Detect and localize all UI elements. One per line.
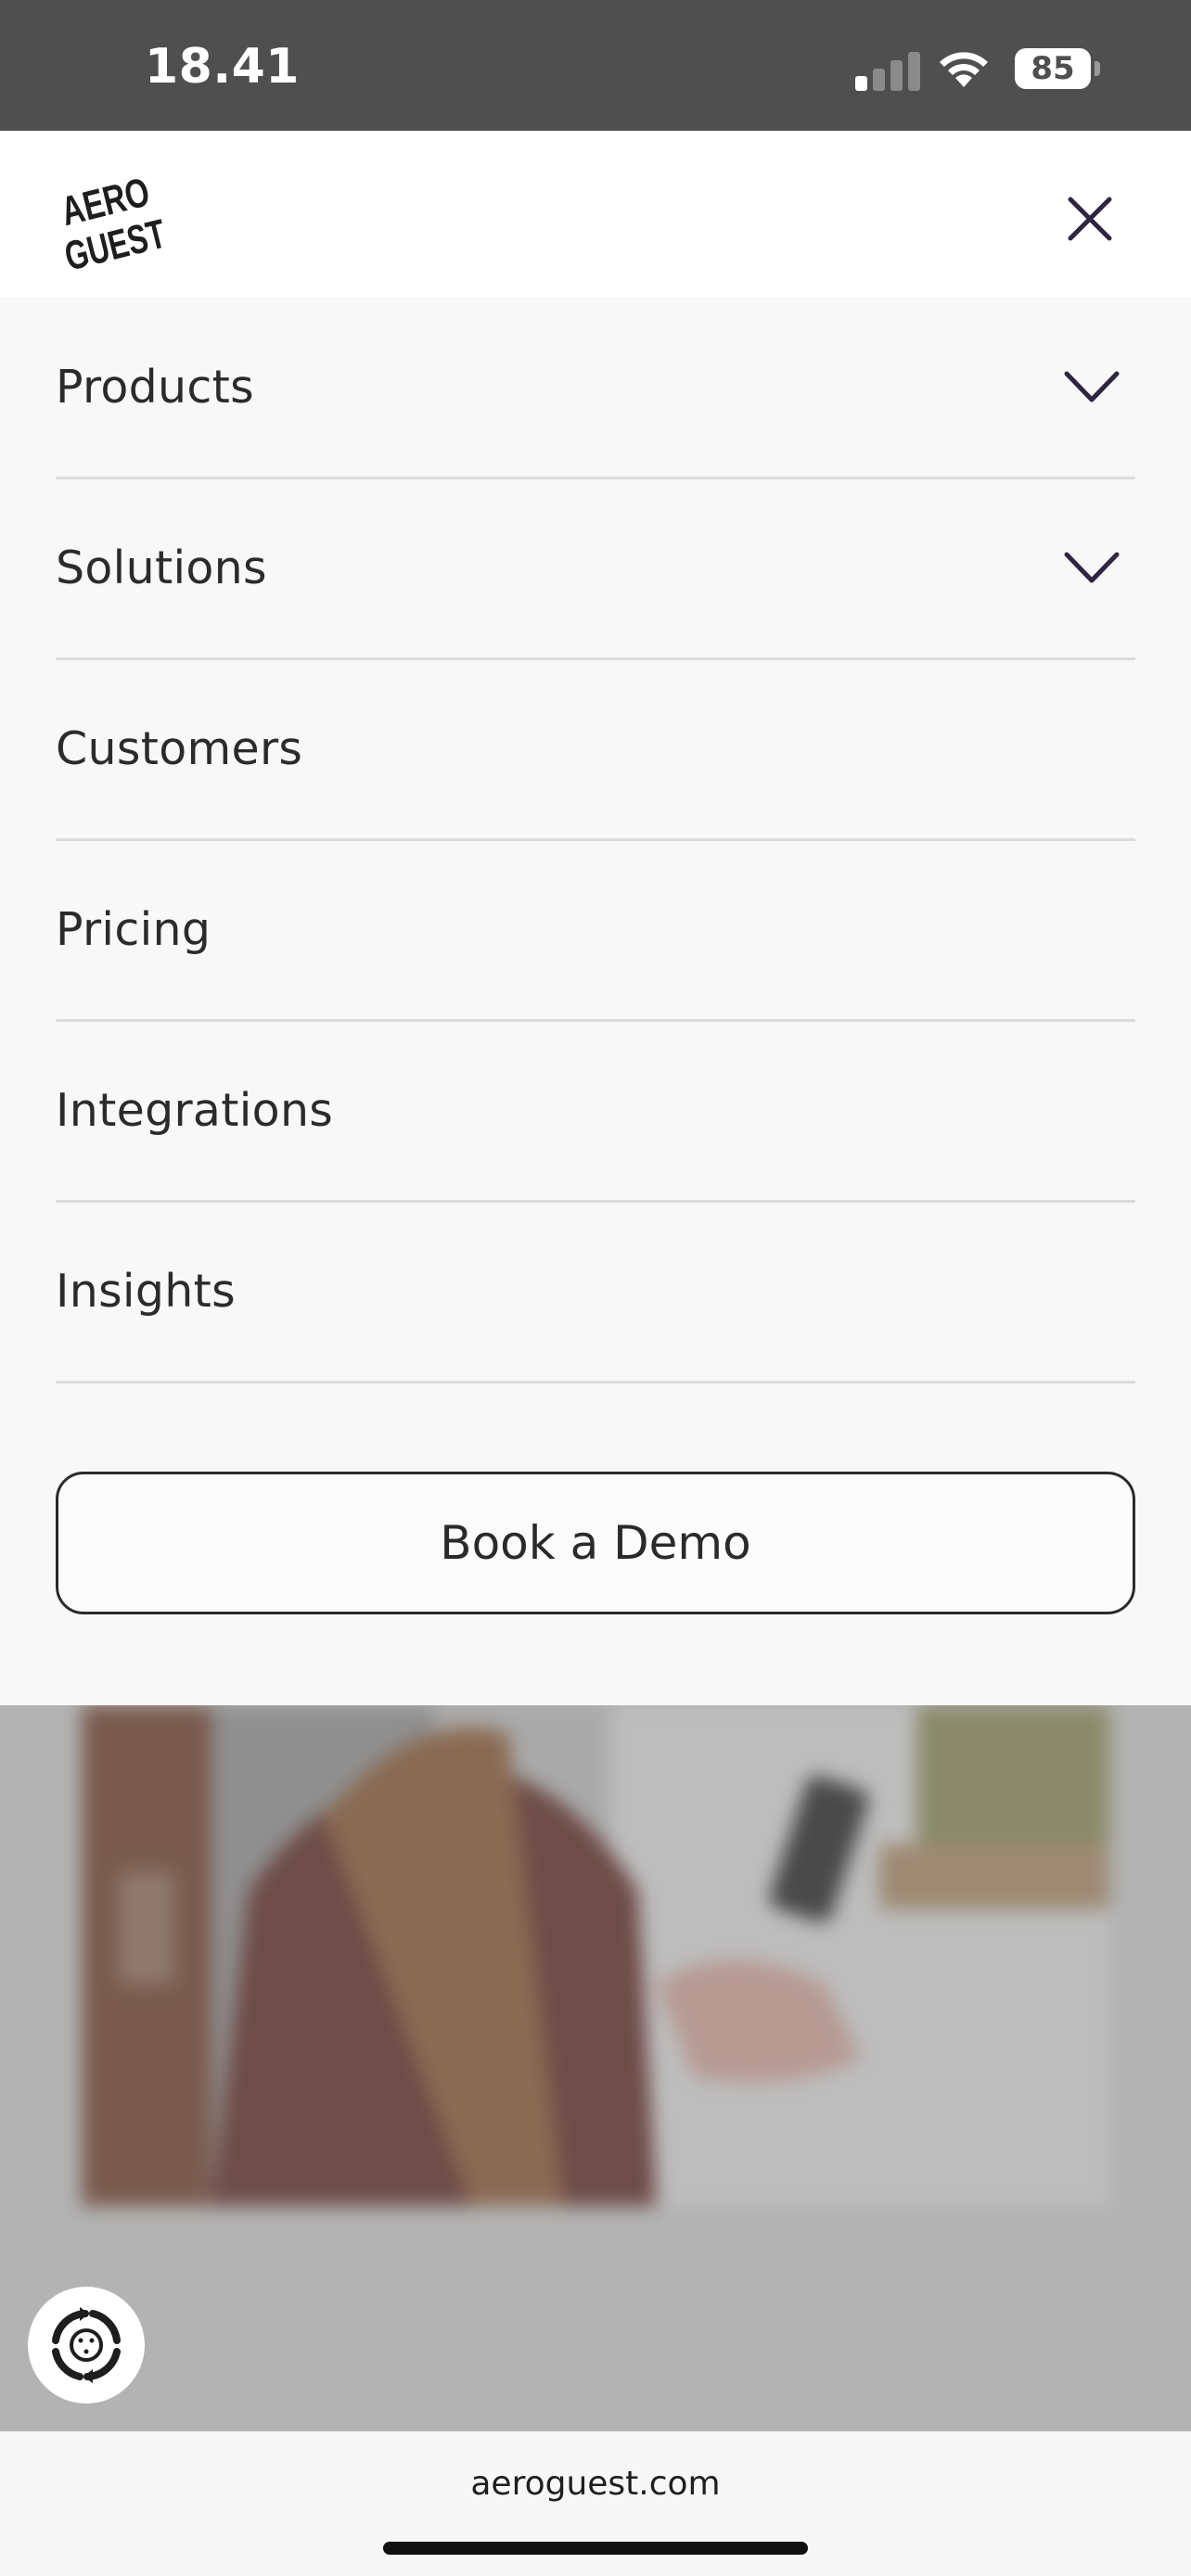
site-header: AERO GUEST	[0, 131, 1191, 298]
menu-item-insights[interactable]: Insights	[56, 1204, 1135, 1384]
menu-item-solutions[interactable]: Solutions	[56, 480, 1135, 660]
chevron-down-icon[interactable]	[1063, 549, 1121, 586]
page-content-overlay[interactable]	[0, 1705, 1191, 2431]
battery-tip	[1095, 61, 1100, 76]
menu-item-label: Insights	[56, 1265, 236, 1318]
book-demo-button[interactable]: Book a Demo	[56, 1472, 1135, 1614]
status-time: 18.41	[145, 39, 300, 95]
accessibility-button[interactable]	[28, 2287, 145, 2404]
menu-item-label: Products	[56, 361, 254, 414]
menu-item-label: Solutions	[56, 542, 267, 594]
battery-indicator: 85	[1015, 48, 1091, 89]
aeroguest-logo[interactable]: AERO GUEST	[52, 162, 173, 274]
menu-item-label: Pricing	[56, 903, 211, 956]
close-icon[interactable]	[1057, 186, 1122, 251]
status-bar: 18.41 85	[0, 0, 1191, 131]
chevron-down-icon[interactable]	[1063, 368, 1121, 405]
address-bar-url[interactable]: aeroguest.com	[0, 2465, 1191, 2503]
menu-item-integrations[interactable]: Integrations	[56, 1023, 1135, 1203]
nav-menu-panel: Products Solutions Customers Pricing Int…	[0, 298, 1191, 1705]
menu-item-products[interactable]: Products	[56, 300, 1135, 479]
menu-item-label: Integrations	[56, 1084, 334, 1137]
menu-item-pricing[interactable]: Pricing	[56, 842, 1135, 1022]
wifi-icon	[940, 52, 988, 87]
menu-item-label: Customers	[56, 722, 303, 775]
accessibility-icon[interactable]	[28, 2287, 145, 2404]
browser-bottom-bar: aeroguest.com	[0, 2431, 1191, 2576]
menu-item-customers[interactable]: Customers	[56, 661, 1135, 841]
home-indicator[interactable]	[383, 2542, 808, 2555]
cellular-signal-icon	[855, 48, 920, 91]
hero-image	[82, 1705, 1109, 2206]
